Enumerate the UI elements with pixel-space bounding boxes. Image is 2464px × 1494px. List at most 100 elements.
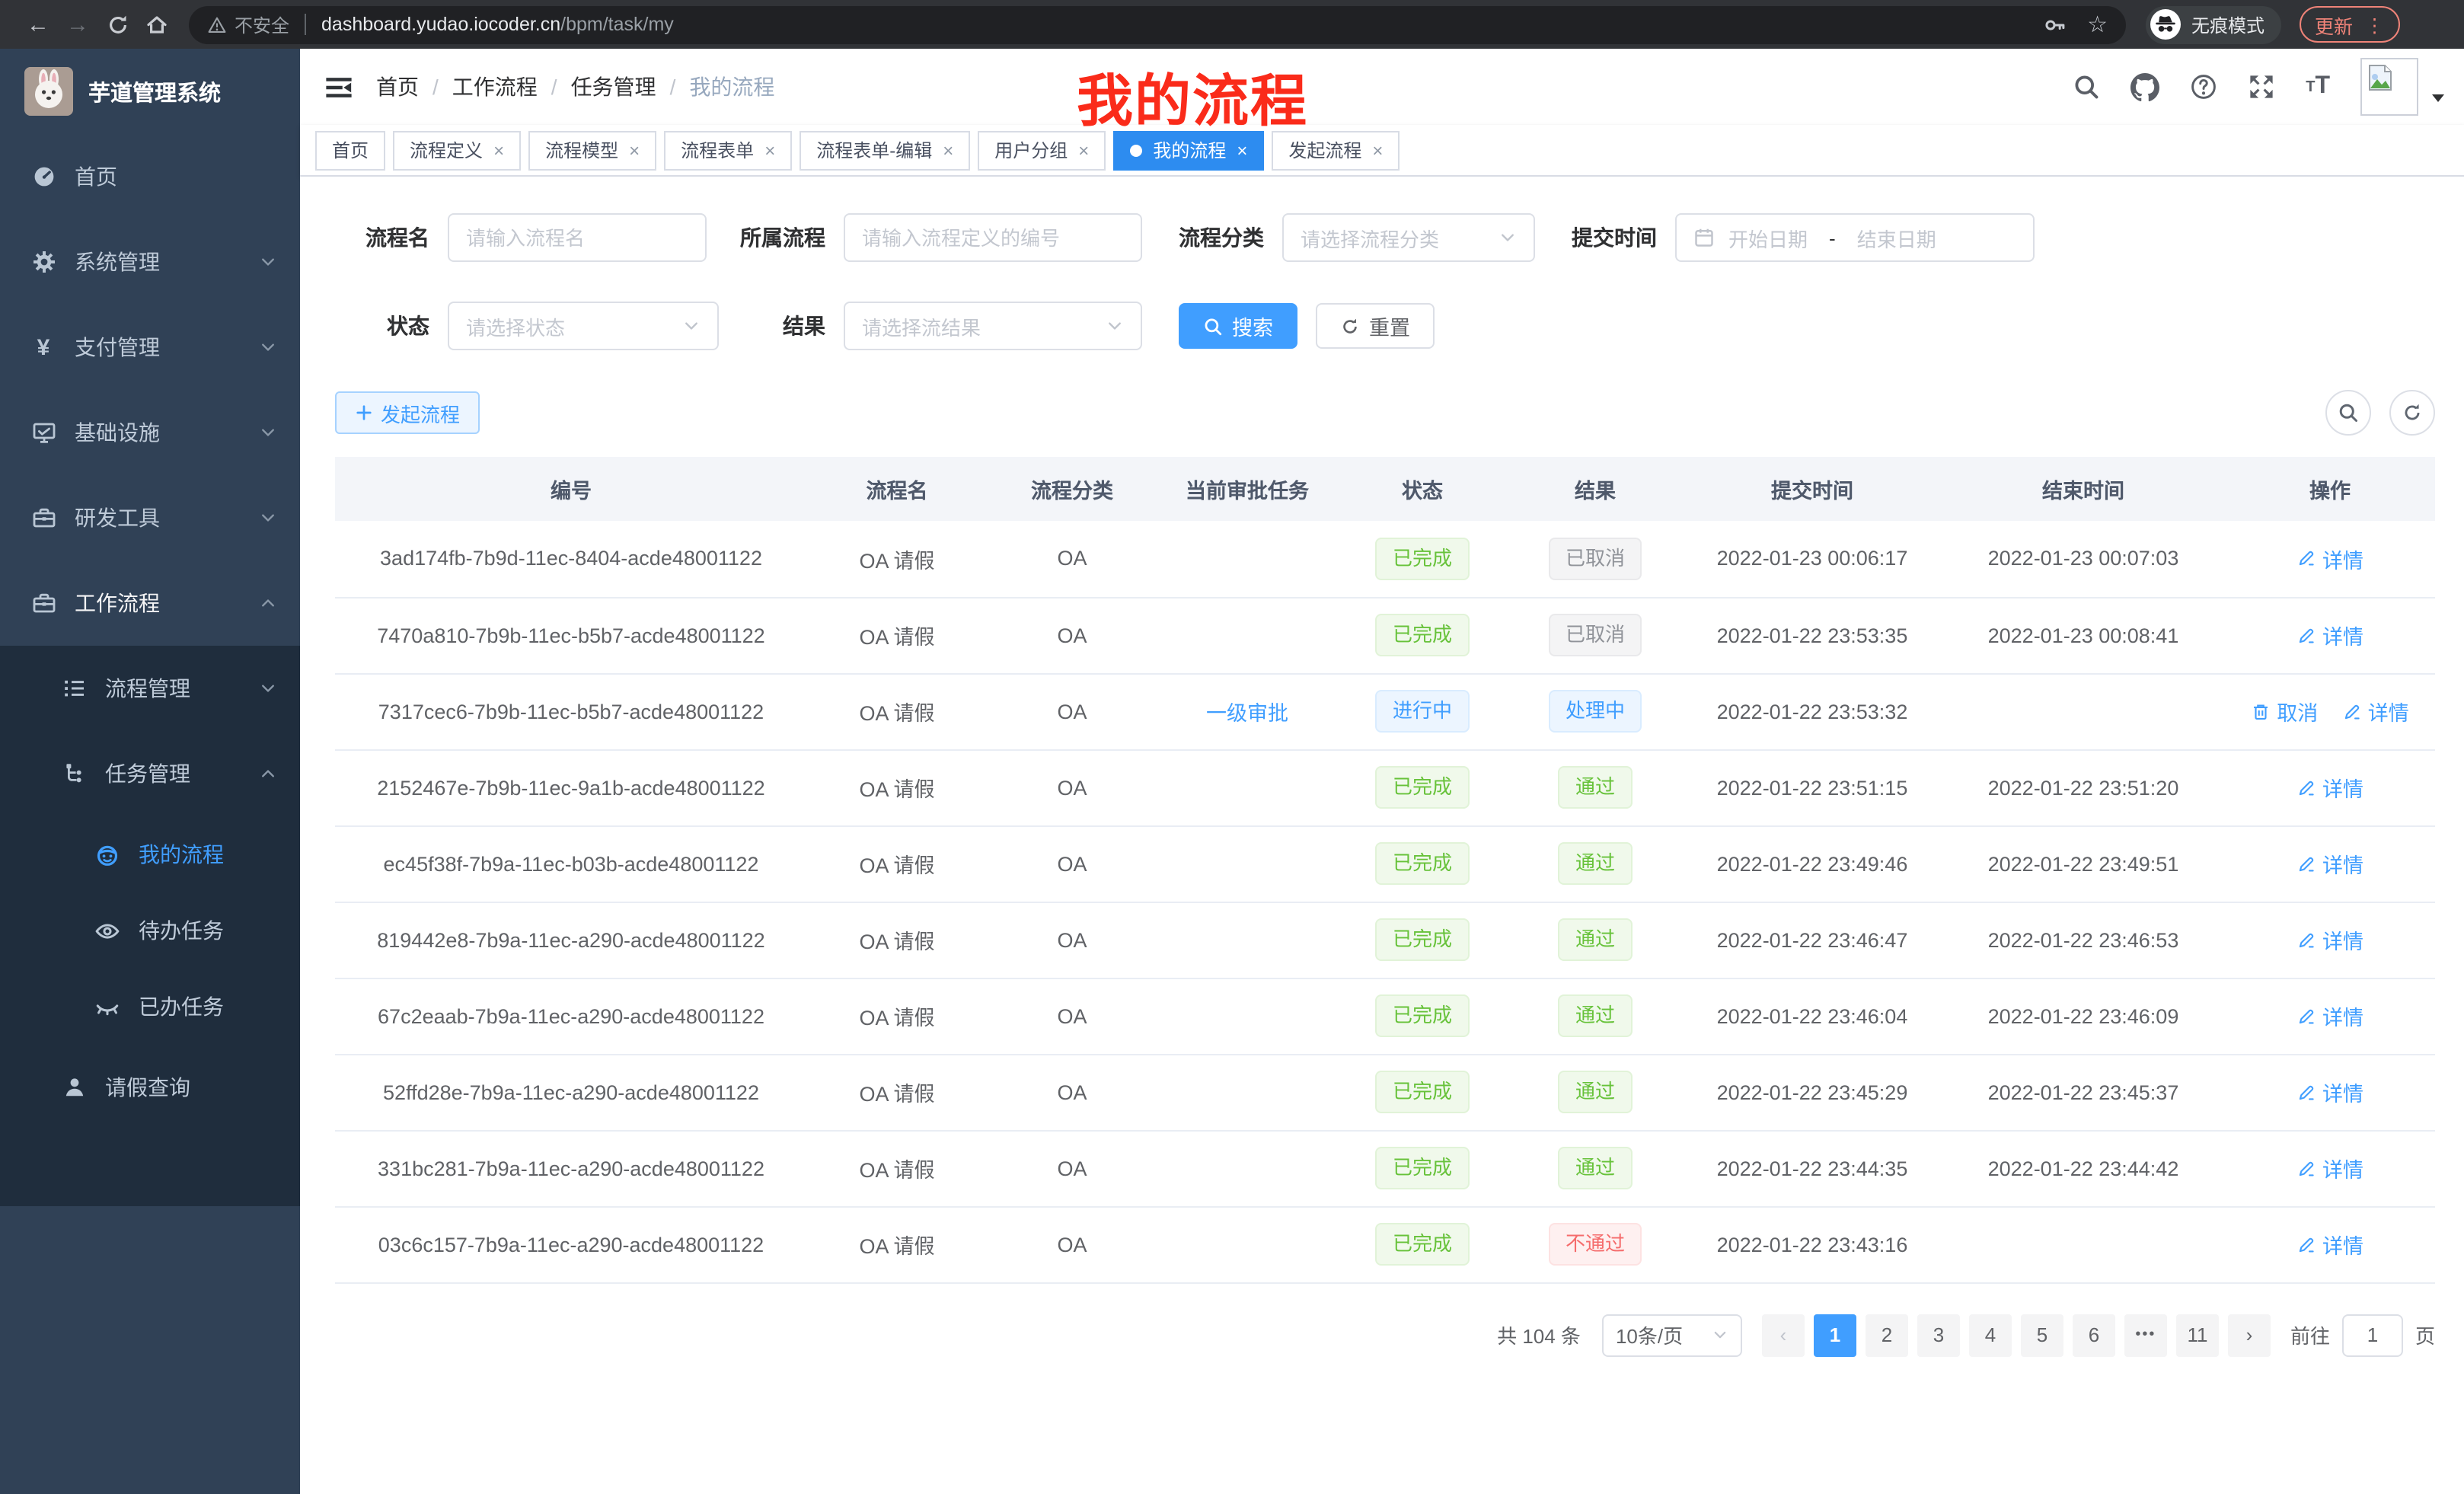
reset-button[interactable]: 重置 (1316, 303, 1435, 349)
search-icon[interactable] (2073, 73, 2100, 101)
sidebar-item-done-tasks[interactable]: 已办任务 (0, 969, 300, 1045)
submit-time-label: 提交时间 (1535, 222, 1675, 253)
chevron-down-icon (259, 253, 277, 271)
page-button-3[interactable]: 3 (1917, 1314, 1960, 1356)
sidebar-item-workflow[interactable]: 工作流程 (0, 560, 300, 646)
browser-reload-button[interactable] (97, 5, 137, 44)
current-task-link[interactable]: 一级审批 (1206, 696, 1288, 726)
sidebar-item-process-mgmt[interactable]: 流程管理 (0, 646, 300, 731)
status-badge: 进行中 (1376, 690, 1469, 733)
chevron-down-icon (1106, 317, 1124, 335)
cancel-link[interactable]: 取消 (2251, 696, 2318, 726)
edit-icon (2296, 1006, 2316, 1026)
result-badge: 不通过 (1549, 1223, 1642, 1266)
detail-link[interactable]: 详情 (2296, 848, 2363, 879)
search-button[interactable]: 搜索 (1179, 303, 1297, 349)
fullscreen-icon[interactable] (2248, 73, 2275, 101)
page-button-1[interactable]: 1 (1814, 1314, 1856, 1356)
close-icon[interactable]: × (764, 141, 775, 159)
address-bar[interactable]: 不安全 dashboard.yudao.iocoder.cn/bpm/task/… (189, 5, 2126, 43)
detail-link[interactable]: 详情 (2296, 772, 2363, 803)
result-select[interactable]: 请选择流结果 (844, 302, 1142, 350)
browser-back-button[interactable]: ← (18, 5, 58, 44)
sidebar-collapse-icon[interactable] (323, 72, 353, 102)
user-menu[interactable] (2360, 58, 2444, 116)
sidebar-item-my-process[interactable]: 我的流程 (0, 816, 300, 892)
goto-page-input[interactable] (2342, 1314, 2403, 1356)
sidebar-item-home[interactable]: 首页 (0, 134, 300, 219)
result-badge: 通过 (1559, 1147, 1632, 1189)
page-size-select[interactable]: 10条/页 (1602, 1314, 1742, 1356)
process-definition-input[interactable] (862, 226, 1124, 249)
show-search-button[interactable] (2325, 390, 2371, 436)
start-process-button[interactable]: 发起流程 (335, 391, 480, 434)
table-row: 3ad174fb-7b9d-11ec-8404-acde48001122 OA … (335, 521, 2435, 597)
breadcrumb-workflow[interactable]: 工作流程 (452, 72, 538, 102)
page-more-button[interactable]: ••• (2124, 1314, 2167, 1356)
breadcrumb-home[interactable]: 首页 (376, 72, 419, 102)
workflow-submenu: 流程管理 任务管理 我的流程 待办任务 已办 (0, 646, 300, 1206)
sidebar-item-dev-tools[interactable]: 研发工具 (0, 475, 300, 560)
tab-process-definition[interactable]: 流程定义× (393, 130, 521, 170)
page-button-4[interactable]: 4 (1969, 1314, 2012, 1356)
edit-icon (2296, 1082, 2316, 1102)
page-button-5[interactable]: 5 (2021, 1314, 2063, 1356)
status-badge: 已完成 (1376, 1147, 1469, 1189)
github-icon[interactable] (2130, 72, 2159, 101)
close-icon[interactable]: × (629, 141, 640, 159)
detail-link[interactable]: 详情 (2342, 696, 2409, 726)
tab-process-form[interactable]: 流程表单× (664, 130, 792, 170)
page-button-2[interactable]: 2 (1866, 1314, 1908, 1356)
close-icon[interactable]: × (1372, 141, 1383, 159)
refresh-table-button[interactable] (2389, 390, 2435, 436)
status-badge: 已完成 (1376, 766, 1469, 809)
close-icon[interactable]: × (1078, 141, 1089, 159)
detail-link[interactable]: 详情 (2296, 1153, 2363, 1183)
detail-link[interactable]: 详情 (2296, 620, 2363, 650)
close-icon[interactable]: × (493, 141, 504, 159)
search-icon (1203, 316, 1223, 336)
category-select[interactable]: 请选择流程分类 (1282, 213, 1535, 262)
password-key-icon[interactable] (2043, 13, 2066, 36)
page-button-11[interactable]: 11 (2176, 1314, 2219, 1356)
breadcrumb-task-mgmt[interactable]: 任务管理 (571, 72, 656, 102)
browser-update-button[interactable]: 更新 ⋮ (2300, 6, 2399, 43)
chevron-down-icon (259, 679, 277, 698)
sidebar-item-infrastructure[interactable]: 基础设施 (0, 390, 300, 475)
bookmark-star-icon[interactable]: ☆ (2087, 11, 2108, 38)
tab-process-model[interactable]: 流程模型× (528, 130, 656, 170)
font-size-icon[interactable]: TT (2306, 73, 2330, 101)
prev-page-button[interactable]: ‹ (1762, 1314, 1805, 1356)
browser-menu-icon[interactable]: ⋮ (2365, 13, 2384, 36)
process-name-input[interactable] (466, 226, 688, 249)
close-icon[interactable]: × (943, 141, 953, 159)
tab-home[interactable]: 首页 (315, 130, 385, 170)
app-title: 芋道管理系统 (88, 75, 221, 107)
detail-link[interactable]: 详情 (2296, 1001, 2363, 1031)
sidebar: 芋道管理系统 首页 系统管理 ¥ 支付管理 基础设施 (0, 49, 300, 1494)
browser-forward-button[interactable]: → (58, 5, 97, 44)
app-logo-row[interactable]: 芋道管理系统 (0, 49, 300, 134)
sidebar-item-task-mgmt[interactable]: 任务管理 (0, 731, 300, 816)
close-icon[interactable]: × (1237, 141, 1247, 159)
detail-link[interactable]: 详情 (2296, 924, 2363, 955)
avatar[interactable] (2360, 58, 2418, 116)
goto-unit: 页 (2415, 1320, 2435, 1349)
breadcrumb-current: 我的流程 (689, 72, 774, 102)
sidebar-item-leave-query[interactable]: 请假查询 (0, 1045, 300, 1130)
detail-link[interactable]: 详情 (2296, 1077, 2363, 1107)
browser-home-button[interactable] (137, 5, 177, 44)
tab-process-form-edit[interactable]: 流程表单-编辑× (800, 130, 970, 170)
page-button-6[interactable]: 6 (2073, 1314, 2115, 1356)
edit-icon (2296, 625, 2316, 645)
help-icon[interactable] (2190, 73, 2217, 101)
sidebar-item-payment-mgmt[interactable]: ¥ 支付管理 (0, 305, 300, 390)
sidebar-item-todo-tasks[interactable]: 待办任务 (0, 892, 300, 969)
edit-icon (2296, 930, 2316, 950)
status-select[interactable]: 请选择状态 (448, 302, 719, 350)
sidebar-item-system-mgmt[interactable]: 系统管理 (0, 219, 300, 305)
detail-link[interactable]: 详情 (2296, 1229, 2363, 1259)
detail-link[interactable]: 详情 (2296, 544, 2363, 574)
next-page-button[interactable]: › (2228, 1314, 2271, 1356)
submit-time-range-picker[interactable]: 开始日期 - 结束日期 (1675, 213, 2035, 262)
